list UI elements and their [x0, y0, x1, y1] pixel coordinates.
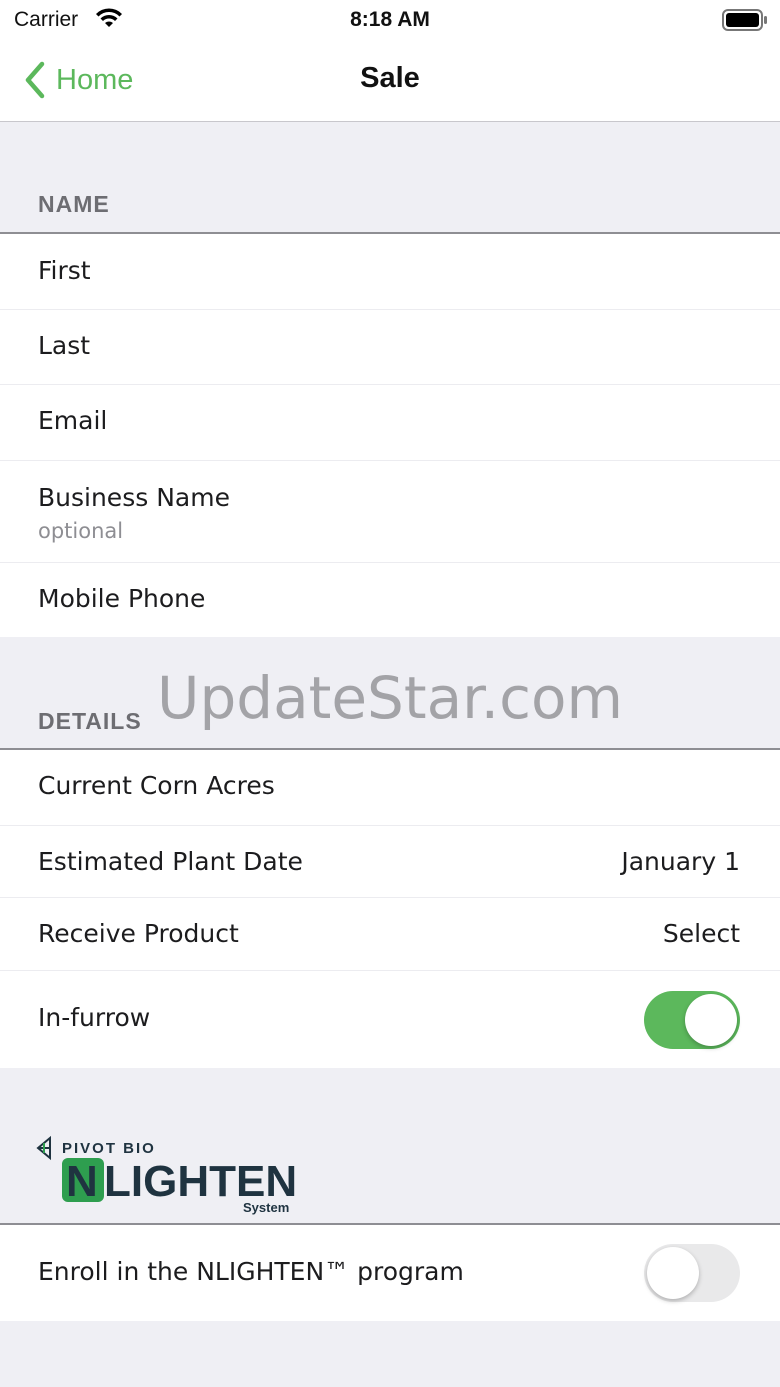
- battery-icon: [722, 9, 768, 35]
- svg-text:System: System: [243, 1200, 289, 1215]
- receive-product-row[interactable]: Receive Product Select: [0, 898, 780, 971]
- svg-text:PIVOT BIO: PIVOT BIO: [62, 1140, 156, 1157]
- field-label: Email: [38, 406, 108, 435]
- plant-date-row[interactable]: Estimated Plant Date January 1: [0, 826, 780, 898]
- page-title: Sale: [360, 62, 420, 94]
- section-header-name: NAME: [38, 191, 110, 217]
- field-label: Business Name: [38, 483, 230, 512]
- field-label: Estimated Plant Date: [38, 847, 303, 876]
- mobile-phone-field[interactable]: Mobile Phone: [0, 563, 780, 637]
- optional-hint: optional: [38, 519, 124, 543]
- pivot-bio-mark-icon: [36, 1135, 51, 1161]
- field-label: Mobile Phone: [38, 584, 206, 613]
- corn-acres-field[interactable]: Current Corn Acres: [0, 750, 780, 826]
- email-field[interactable]: Email: [0, 385, 780, 461]
- business-name-field[interactable]: Business Name optional: [0, 461, 780, 563]
- field-label: Current Corn Acres: [38, 771, 275, 800]
- field-label: Receive Product: [38, 919, 239, 948]
- toggle-knob: [685, 994, 737, 1046]
- field-label: First: [38, 256, 91, 285]
- plant-date-value[interactable]: January 1: [621, 847, 740, 876]
- svg-text:N: N: [66, 1157, 98, 1206]
- navigation-bar: Home Sale: [0, 40, 780, 122]
- field-label: Enroll in the NLIGHTEN™ program: [38, 1257, 464, 1286]
- watermark: UpdateStar.com: [157, 664, 623, 732]
- receive-product-select[interactable]: Select: [663, 919, 740, 948]
- in-furrow-row: In-furrow: [0, 971, 780, 1068]
- last-name-field[interactable]: Last: [0, 310, 780, 385]
- svg-text:LIGHTEN: LIGHTEN: [104, 1157, 297, 1206]
- first-name-field[interactable]: First: [0, 234, 780, 310]
- status-bar: Carrier 8:18 AM: [0, 0, 780, 40]
- nlighten-logo: PIVOT BIO N LIGHTEN System: [36, 1134, 316, 1218]
- toggle-knob: [647, 1247, 699, 1299]
- enroll-toggle[interactable]: [644, 1244, 740, 1302]
- field-label: In-furrow: [38, 1003, 151, 1032]
- enroll-row: Enroll in the NLIGHTEN™ program: [0, 1225, 780, 1321]
- field-label: Last: [38, 331, 91, 360]
- name-group: First Last Email Business Name optional …: [0, 234, 780, 637]
- in-furrow-toggle[interactable]: [644, 991, 740, 1049]
- clock: 8:18 AM: [350, 8, 430, 31]
- nlighten-group: Enroll in the NLIGHTEN™ program: [0, 1225, 780, 1321]
- details-group: Current Corn Acres Estimated Plant Date …: [0, 750, 780, 1068]
